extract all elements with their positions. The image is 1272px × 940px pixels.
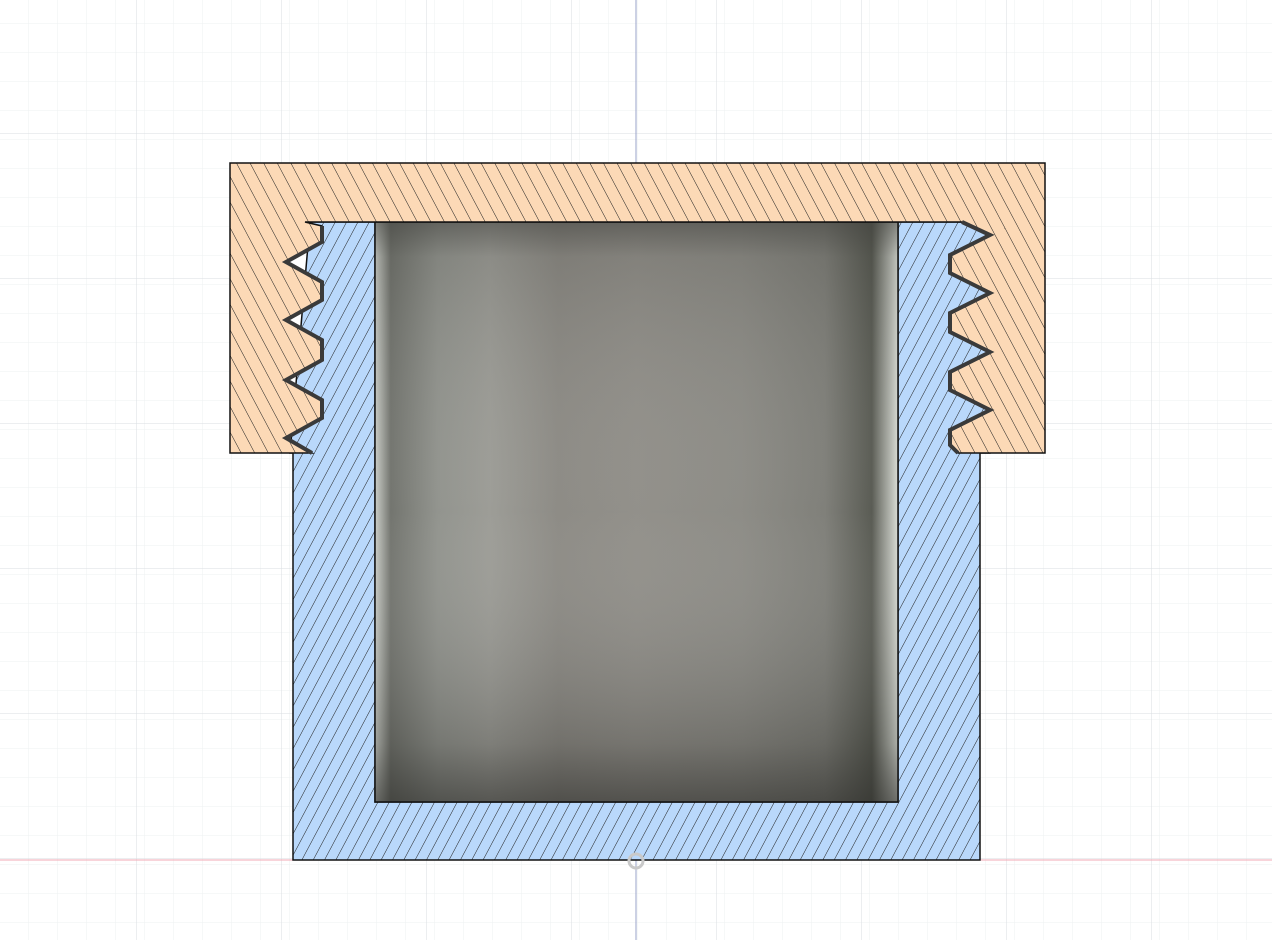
section-view-canvas[interactable]: [0, 0, 1272, 940]
cavity-interior: [374, 221, 899, 803]
cad-viewport[interactable]: [0, 0, 1272, 940]
